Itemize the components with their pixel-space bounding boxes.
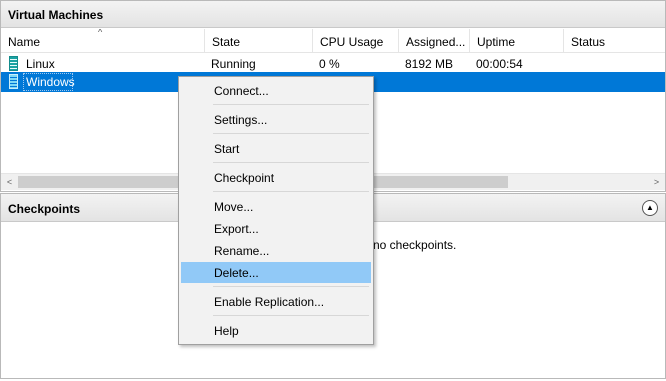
menu-item-checkpoint[interactable]: Checkpoint bbox=[181, 167, 371, 188]
vm-name: Linux bbox=[26, 57, 55, 71]
menu-separator bbox=[213, 133, 369, 134]
menu-separator bbox=[213, 104, 369, 105]
menu-item-enable-replication[interactable]: Enable Replication... bbox=[181, 291, 371, 312]
column-header-cpu-usage[interactable]: CPU Usage bbox=[313, 29, 399, 53]
vm-state: Running bbox=[211, 57, 256, 71]
menu-item-start[interactable]: Start bbox=[181, 138, 371, 159]
vm-uptime: 00:00:54 bbox=[476, 57, 523, 71]
checkpoints-empty-message: no checkpoints. bbox=[373, 238, 457, 252]
vm-cpu-usage: 0 % bbox=[319, 57, 340, 71]
scroll-right-icon[interactable]: > bbox=[648, 175, 665, 190]
menu-item-connect[interactable]: Connect... bbox=[181, 80, 371, 101]
column-header-row: Name ^ State CPU Usage Assigned... Uptim… bbox=[1, 29, 665, 53]
column-header-assigned-memory[interactable]: Assigned... bbox=[399, 29, 470, 53]
column-header-state[interactable]: State bbox=[205, 29, 313, 53]
column-header-name[interactable]: Name ^ bbox=[1, 29, 205, 53]
vm-name: Windows bbox=[26, 75, 75, 89]
column-header-name-label: Name bbox=[8, 35, 41, 49]
virtual-machine-icon bbox=[9, 74, 18, 89]
menu-separator bbox=[213, 315, 369, 316]
menu-item-move[interactable]: Move... bbox=[181, 196, 371, 217]
menu-item-export[interactable]: Export... bbox=[181, 218, 371, 239]
sort-ascending-icon: ^ bbox=[98, 29, 103, 37]
menu-separator bbox=[213, 286, 369, 287]
menu-separator bbox=[213, 162, 369, 163]
vm-context-menu: Connect... Settings... Start Checkpoint … bbox=[178, 76, 374, 345]
vm-panel-title: Virtual Machines bbox=[1, 1, 665, 28]
column-header-uptime[interactable]: Uptime bbox=[470, 29, 564, 53]
menu-item-delete[interactable]: Delete... bbox=[181, 262, 371, 283]
column-header-status[interactable]: Status bbox=[564, 29, 665, 53]
vm-row-linux[interactable]: Linux Running 0 % 8192 MB 00:00:54 bbox=[1, 54, 665, 74]
menu-separator bbox=[213, 191, 369, 192]
virtual-machine-icon bbox=[9, 56, 18, 71]
menu-item-rename[interactable]: Rename... bbox=[181, 240, 371, 261]
scroll-left-icon[interactable]: < bbox=[1, 175, 18, 190]
vm-assigned-memory: 8192 MB bbox=[405, 57, 454, 71]
collapse-icon[interactable]: ▲ bbox=[642, 200, 658, 216]
menu-item-help[interactable]: Help bbox=[181, 320, 371, 341]
menu-item-settings[interactable]: Settings... bbox=[181, 109, 371, 130]
